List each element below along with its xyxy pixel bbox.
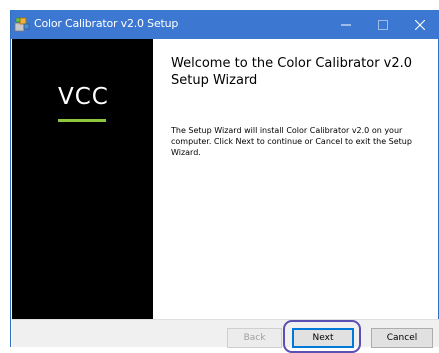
minimize-button[interactable] (331, 10, 361, 39)
cancel-button[interactable]: Cancel (371, 328, 433, 348)
next-button[interactable]: Next (292, 328, 354, 348)
welcome-description: The Setup Wizard will install Color Cali… (171, 126, 412, 157)
title-bar[interactable]: Color Calibrator v2.0 Setup (11, 10, 439, 39)
wizard-banner: VCC (12, 39, 153, 319)
vcc-logo: VCC (58, 84, 109, 110)
logo-accent-bar (58, 119, 106, 122)
close-button[interactable] (405, 10, 435, 39)
welcome-heading: Welcome to the Color Calibrator v2.0 Set… (171, 56, 413, 88)
close-icon (414, 15, 426, 34)
maximize-button[interactable] (368, 10, 398, 39)
button-bar: Back Next Cancel (12, 319, 439, 353)
window-title: Color Calibrator v2.0 Setup (34, 17, 179, 30)
setup-window: Color Calibrator v2.0 Setup VCC Welcome … (10, 10, 439, 353)
back-button: Back (227, 328, 282, 348)
maximize-icon (378, 15, 388, 34)
installer-icon (14, 16, 30, 32)
minimize-icon (341, 15, 351, 34)
